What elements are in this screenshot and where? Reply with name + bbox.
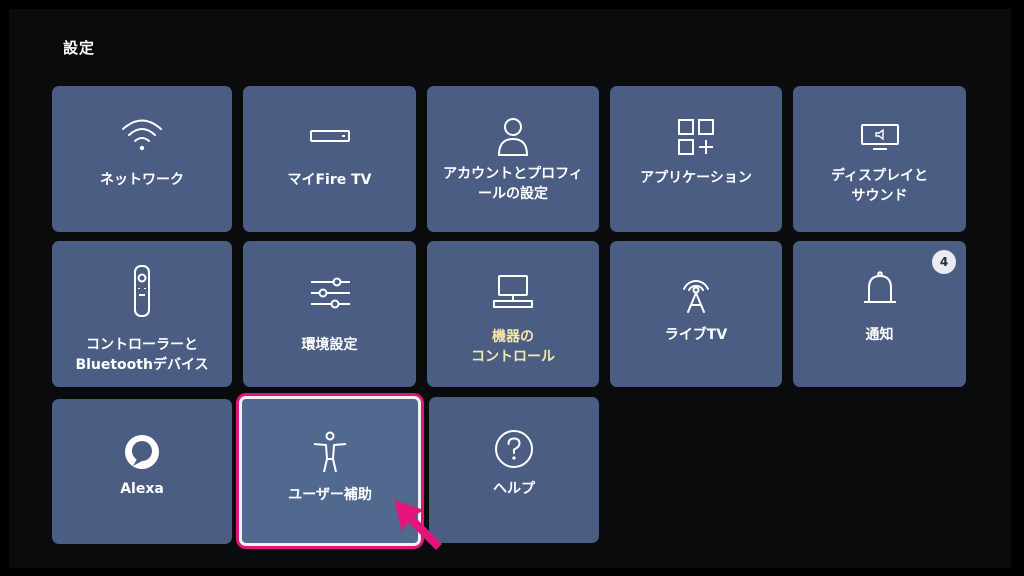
remote-icon <box>52 265 232 317</box>
tile-applications[interactable]: アプリケーション <box>610 86 782 232</box>
display-icon <box>793 124 966 150</box>
alexa-icon <box>52 433 232 471</box>
tile-preferences[interactable]: 環境設定 <box>243 241 416 387</box>
tile-help[interactable]: ヘルプ <box>429 397 599 543</box>
tile-label: マイFire TV <box>287 172 372 188</box>
tile-label: ライブTV <box>664 327 728 343</box>
settings-screen: 設定 ネットワーク マイFire TV アカウントとプロフィ ールの設定 アプリ… <box>9 9 1011 568</box>
tile-label: ヘルプ <box>493 481 535 497</box>
tile-live-tv[interactable]: ライブTV <box>610 241 782 387</box>
tile-label: 環境設定 <box>301 337 358 353</box>
tile-label: 機器の コントロール <box>471 329 555 365</box>
tile-label: ディスプレイと サウンド <box>830 168 929 204</box>
bell-icon <box>793 271 966 311</box>
tile-notifications[interactable]: 4 通知 <box>793 241 966 387</box>
wifi-icon <box>52 116 232 154</box>
person-icon <box>427 116 599 156</box>
fire-tv-stick-icon <box>243 130 416 142</box>
tile-label: ネットワーク <box>100 172 184 188</box>
tile-label: コントローラーと Bluetoothデバイス <box>75 337 209 373</box>
broadcast-icon <box>610 271 782 313</box>
computer-icon <box>427 275 599 309</box>
tile-alexa[interactable]: Alexa <box>52 399 232 544</box>
tile-network[interactable]: ネットワーク <box>52 86 232 232</box>
tile-my-fire-tv[interactable]: マイFire TV <box>243 86 416 232</box>
pointer-arrow-icon <box>392 498 450 556</box>
help-icon <box>429 429 599 469</box>
tile-display-sound[interactable]: ディスプレイと サウンド <box>793 86 966 232</box>
tile-equipment-control[interactable]: 機器の コントロール <box>427 241 599 387</box>
tile-controllers[interactable]: コントローラーと Bluetoothデバイス <box>52 241 232 387</box>
tile-label: 通知 <box>865 327 894 343</box>
tile-account[interactable]: アカウントとプロフィ ールの設定 <box>427 86 599 232</box>
page-title: 設定 <box>63 39 96 57</box>
sliders-icon <box>243 277 416 309</box>
tile-label: Alexa <box>120 481 164 497</box>
tile-label: ユーザー補助 <box>288 487 372 503</box>
tile-label: アプリケーション <box>640 170 752 186</box>
apps-grid-icon <box>610 118 782 156</box>
accessibility-icon <box>242 431 418 473</box>
tile-label: アカウントとプロフィ ールの設定 <box>443 166 583 202</box>
